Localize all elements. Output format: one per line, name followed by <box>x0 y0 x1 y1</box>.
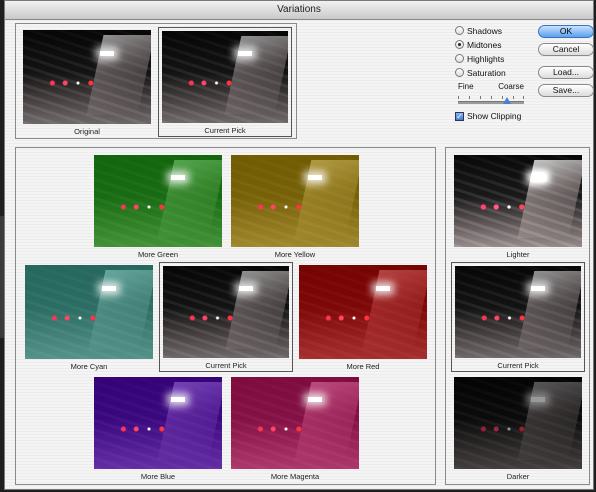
original-preview: Original <box>20 27 154 137</box>
brightness-current-pick-thumbnail <box>455 266 581 358</box>
show-clipping-checkbox[interactable]: ✓ Show Clipping <box>455 111 521 121</box>
color-current-pick-label: Current Pick <box>205 361 247 370</box>
radio-highlights-label: Highlights <box>467 53 505 64</box>
original-thumbnail <box>23 30 151 124</box>
darker-tile[interactable]: Darker <box>451 374 585 482</box>
lighter-tile[interactable]: Lighter <box>451 152 585 260</box>
current-pick-label: Current Pick <box>204 126 246 135</box>
slider-thumb[interactable] <box>503 97 511 104</box>
radio-highlights-indicator[interactable] <box>455 54 464 63</box>
more-green-label: More Green <box>137 250 179 259</box>
brightness-variations-group: Lighter Current Pick Darker <box>445 147 590 485</box>
more-cyan-thumbnail[interactable] <box>25 265 153 359</box>
more-magenta-label: More Magenta <box>270 472 320 481</box>
window-title: Variations <box>5 1 593 20</box>
more-blue-label: More Blue <box>140 472 176 481</box>
more-magenta-tile[interactable]: More Magenta <box>228 374 362 482</box>
more-cyan-label: More Cyan <box>70 362 108 371</box>
more-red-thumbnail[interactable] <box>299 265 427 359</box>
radio-shadows-label: Shadows <box>467 25 502 36</box>
radio-saturation[interactable]: Saturation <box>455 66 506 79</box>
radio-shadows-indicator[interactable] <box>455 26 464 35</box>
radio-midtones-indicator[interactable] <box>455 40 464 49</box>
fine-coarse-slider[interactable] <box>458 101 524 104</box>
radio-midtones[interactable]: Midtones <box>455 38 502 51</box>
lighter-thumbnail[interactable] <box>454 155 582 247</box>
more-yellow-tile[interactable]: More Yellow <box>228 152 362 260</box>
color-current-pick-thumbnail <box>163 266 289 358</box>
radio-midtones-label: Midtones <box>467 39 502 50</box>
darker-thumbnail[interactable] <box>454 377 582 469</box>
current-pick-thumbnail <box>162 31 288 123</box>
ok-button[interactable]: OK <box>538 25 594 38</box>
save-button[interactable]: Save... <box>538 84 594 97</box>
brightness-current-pick-label: Current Pick <box>497 361 539 370</box>
preview-group: Original Current Pick <box>15 23 297 139</box>
color-current-pick-tile: Current Pick <box>159 262 293 372</box>
current-pick-preview: Current Pick <box>158 27 292 137</box>
more-blue-tile[interactable]: More Blue <box>91 374 225 482</box>
brightness-current-pick-tile: Current Pick <box>451 262 585 372</box>
more-green-tile[interactable]: More Green <box>91 152 225 260</box>
more-yellow-thumbnail[interactable] <box>231 155 359 247</box>
darker-label: Darker <box>506 472 530 481</box>
radio-saturation-label: Saturation <box>467 67 506 78</box>
show-clipping-label: Show Clipping <box>467 111 522 121</box>
more-blue-thumbnail[interactable] <box>94 377 222 469</box>
slider-coarse-label: Coarse <box>498 82 524 91</box>
original-label: Original <box>74 127 100 136</box>
radio-saturation-indicator[interactable] <box>455 68 464 77</box>
color-variations-group: More Green More Yellow More Cyan Current… <box>15 147 436 485</box>
more-red-label: More Red <box>346 362 380 371</box>
lighter-label: Lighter <box>506 250 530 259</box>
more-red-tile[interactable]: More Red <box>296 262 430 372</box>
more-magenta-thumbnail[interactable] <box>231 377 359 469</box>
more-cyan-tile[interactable]: More Cyan <box>22 262 156 372</box>
radio-shadows[interactable]: Shadows <box>455 24 502 37</box>
load-button[interactable]: Load... <box>538 66 594 79</box>
cancel-button[interactable]: Cancel <box>538 43 594 56</box>
radio-highlights[interactable]: Highlights <box>455 52 504 65</box>
more-yellow-label: More Yellow <box>274 250 316 259</box>
slider-fine-label: Fine <box>458 82 474 91</box>
variations-dialog: Variations Original Current Pick Shadows… <box>4 0 594 490</box>
checkmark-icon[interactable]: ✓ <box>455 111 464 121</box>
more-green-thumbnail[interactable] <box>94 155 222 247</box>
